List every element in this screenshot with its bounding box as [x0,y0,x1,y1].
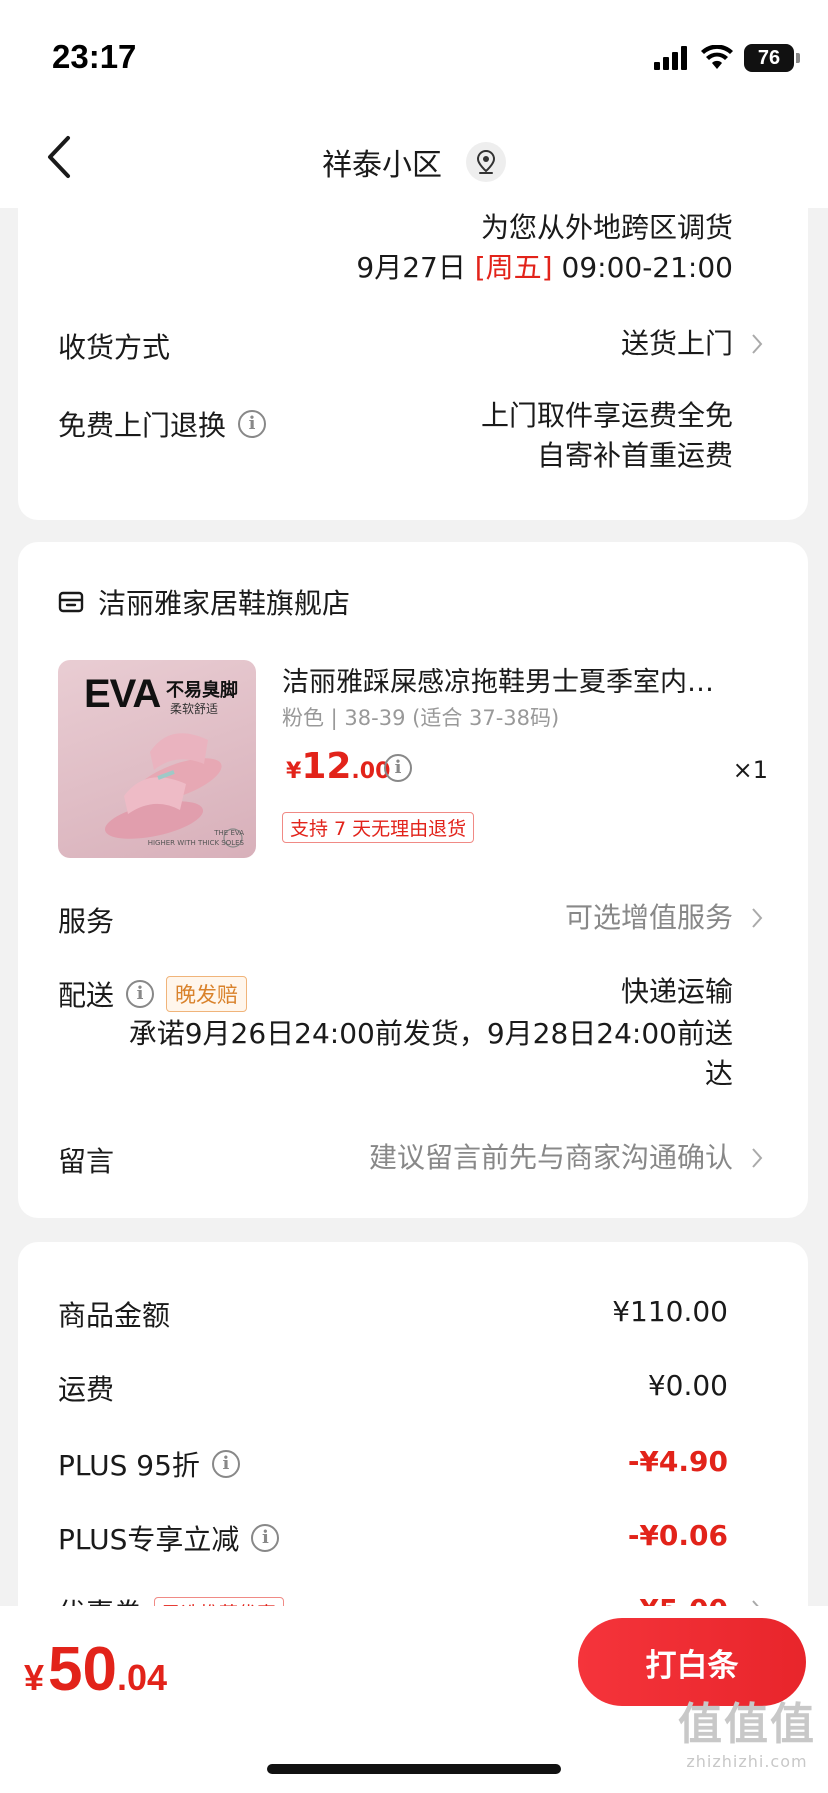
return-policy-tag-text: 支持 7 天无理由退货 [282,812,475,843]
plus95-label: PLUS 95折 [58,1449,200,1482]
checkout-bar: ¥ 50 .04 打白条 值值值 zhizhizhi.com [0,1606,828,1793]
delivery-card: 为您从外地跨区调货 9月27日 [周五] 09:00-21:00 收货方式 送货… [18,208,808,520]
delivery-weekday: [周五] [474,251,553,284]
info-icon[interactable]: i [211,1450,240,1478]
service-label: 服务 [58,905,115,938]
shipping-promise-1: 承诺9月26日24:00前发货，9月28日24:00前送 [128,1017,733,1050]
watermark-url: zhizhizhi.com [686,1752,808,1771]
nav-bar: 祥泰小区 [0,110,828,208]
status-time: 23:17 [52,38,137,75]
shipping-method: 快递运输 [620,975,733,1008]
battery-icon: 76 [744,44,794,72]
product-image[interactable]: EVA 不易臭脚 柔软舒适 THE EVA HIGHER WITH THICK … [58,660,256,858]
location-pin-icon[interactable] [466,142,506,182]
product-quantity: ×1 [732,756,768,784]
total-price: ¥ 50 .04 [24,1634,167,1705]
plus95-row: PLUS 95折 i [58,1444,240,1484]
home-indicator [267,1764,561,1774]
product-image-footer: THE EVA HIGHER WITH THICK SOLES [148,828,244,848]
receive-method-value[interactable]: 送货上门 [621,324,733,364]
info-icon[interactable]: i [251,1524,280,1552]
goods-amount-label: 商品金额 [58,1299,171,1332]
watermark-logo: 值值值 [678,1699,816,1750]
product-spec: 粉色 | 38-39 (适合 37-38码) [282,706,560,730]
chevron-right-icon[interactable] [750,906,764,930]
delivery-hours: 09:00-21:00 [561,251,734,284]
plus95-value: -¥4.90 [627,1445,728,1478]
info-icon[interactable]: i [238,410,267,438]
product-price-symbol: ¥ [286,759,302,784]
product-image-foot1: THE EVA [214,829,244,837]
delivery-time: 9月27日 [周五] 09:00-21:00 [356,248,733,288]
product-title[interactable]: 洁丽雅踩屎感凉拖鞋男士夏季室内… [282,660,762,699]
shipping-row: 配送 i 晚发赔 [58,974,248,1014]
shop-header[interactable]: 洁丽雅家居鞋旗舰店 [58,582,350,622]
return-policy-tag: 支持 7 天无理由退货 [282,812,475,843]
nav-title-group: 祥泰小区 [0,140,828,184]
plus-discount-value: -¥0.06 [627,1519,728,1552]
store-icon [58,591,84,613]
plus-discount-row: PLUS专享立减 i [58,1518,280,1558]
freight-value: ¥0.00 [647,1369,728,1402]
watermark: 值值值 zhizhizhi.com [678,1688,816,1771]
total-price-symbol: ¥ [24,1657,45,1698]
status-bar: 23:17 76 [0,0,828,110]
wifi-icon [701,45,733,69]
note-label: 留言 [58,1145,115,1178]
price-summary-card: 商品金额 ¥110.00 运费 ¥0.00 PLUS 95折 i -¥4.90 … [18,1242,808,1662]
goods-amount-value: ¥110.00 [612,1295,728,1328]
free-return-label: 免费上门退换 [58,409,227,442]
plus-discount-label: PLUS专享立减 [58,1523,240,1556]
shipping-promise-2: 达 [704,1057,733,1090]
service-value[interactable]: 可选增值服务 [565,898,733,938]
total-price-dec: .04 [117,1657,168,1698]
shop-name: 洁丽雅家居鞋旗舰店 [98,587,351,620]
free-return-row: 免费上门退换 i [58,404,267,444]
status-icons: 76 [654,44,800,72]
delivery-note: 为您从外地跨区调货 [480,211,733,244]
product-price-int: 12 [301,746,352,787]
delivery-date: 9月27日 [356,251,466,284]
page-title: 祥泰小区 [322,148,442,183]
price-info-icon[interactable]: i [384,754,412,782]
product-image-foot2: HIGHER WITH THICK SOLES [147,839,244,847]
shop-card: 洁丽雅家居鞋旗舰店 EVA 不易臭脚 柔软舒适 THE EVA HIGHER W… [18,542,808,1218]
product-price: ¥ 12 .00 [286,746,390,787]
info-icon[interactable]: i [126,980,155,1008]
total-price-int: 50 [48,1635,117,1704]
battery-tip [796,53,800,63]
chevron-right-icon[interactable] [750,332,764,356]
late-compensation-tag: 晚发赔 [166,976,248,1012]
freight-label: 运费 [58,1373,115,1406]
free-return-value-2: 自寄补首重运费 [536,439,733,472]
chevron-right-icon[interactable] [750,1146,764,1170]
free-return-value-1: 上门取件享运费全免 [480,399,733,432]
receive-method-label: 收货方式 [58,331,171,364]
note-input[interactable]: 建议留言前先与商家沟通确认 [369,1138,733,1178]
shipping-label: 配送 [58,979,115,1012]
signal-icon [654,46,687,70]
